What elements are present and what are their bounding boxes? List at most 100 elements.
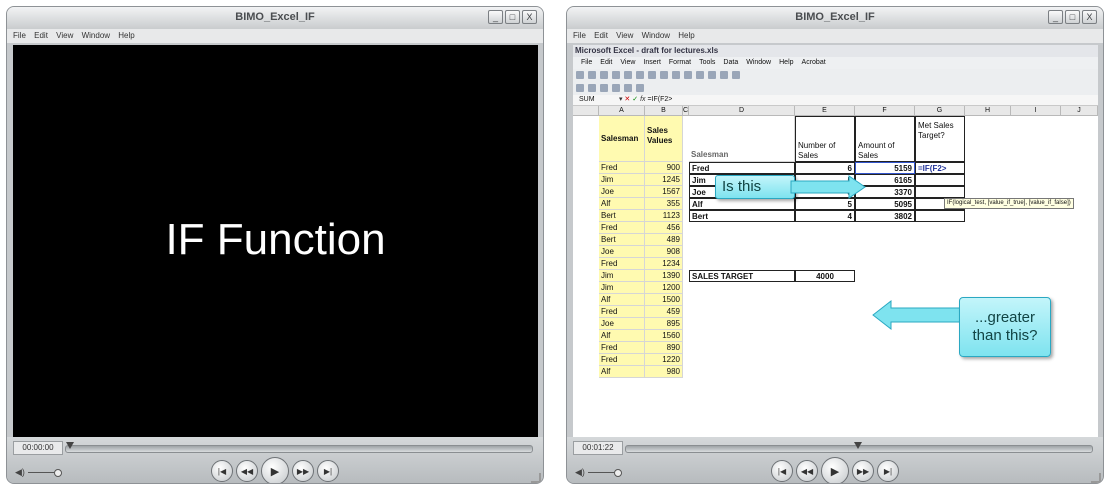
play-icon[interactable]: ▶ (261, 457, 289, 483)
volume-control[interactable]: ◀) (575, 467, 622, 478)
excel-menu-tools[interactable]: Tools (699, 59, 715, 66)
salesman-cell[interactable]: Joe (599, 186, 645, 198)
progress-track[interactable] (65, 442, 533, 453)
comment-icon[interactable] (588, 84, 596, 92)
title-bar[interactable]: BIMO_Excel_IF _ □ X (567, 7, 1103, 30)
salesman-cell[interactable]: Fred (599, 306, 645, 318)
salesman-cell[interactable]: Bert (599, 210, 645, 222)
sales-value-cell[interactable]: 489 (645, 234, 683, 246)
maximize-button[interactable]: □ (1065, 10, 1080, 24)
excel-menu-acrobat[interactable]: Acrobat (802, 59, 826, 66)
track-icon[interactable] (600, 84, 608, 92)
close-button[interactable]: X (1082, 10, 1097, 24)
resize-grip-icon[interactable] (531, 473, 541, 483)
select-all-corner[interactable] (573, 106, 599, 116)
sales-value-cell[interactable]: 890 (645, 342, 683, 354)
excel-menu-data[interactable]: Data (723, 59, 738, 66)
summary-salesman-cell[interactable]: Bert (689, 210, 795, 222)
fast-forward-icon[interactable]: ▶▶ (852, 460, 874, 482)
volume-knob[interactable] (613, 468, 622, 477)
excel-screen[interactable]: Microsoft Excel - draft for lectures.xls… (573, 45, 1098, 437)
chart-icon[interactable] (696, 71, 704, 79)
rewind-icon[interactable]: ◀◀ (236, 460, 258, 482)
header-met-target[interactable]: Met Sales Target? (915, 116, 965, 162)
save-icon[interactable] (600, 71, 608, 79)
summary-amount-cell[interactable]: 5159 (855, 162, 915, 174)
met-target-cell[interactable] (915, 210, 965, 222)
sales-value-cell[interactable]: 895 (645, 318, 683, 330)
playhead-icon[interactable] (66, 442, 74, 449)
met-target-cell[interactable] (915, 174, 965, 186)
menu-file[interactable]: File (573, 29, 586, 43)
column-header-d[interactable]: D (689, 106, 795, 116)
cancel-confirm-fx-icon[interactable]: ▾ ✕ ✓ fx (619, 96, 646, 103)
menu-view[interactable]: View (616, 29, 633, 43)
sum-icon[interactable] (672, 71, 680, 79)
header-sales-values[interactable]: Sales Values (645, 116, 683, 162)
salesman-cell[interactable]: Jim (599, 270, 645, 282)
menu-window[interactable]: Window (82, 29, 110, 43)
playhead-icon[interactable] (854, 442, 863, 449)
minimize-button[interactable]: _ (488, 10, 503, 24)
met-target-cell[interactable] (915, 186, 965, 198)
header-salesman[interactable]: Salesman (599, 116, 645, 162)
close-button[interactable]: X (522, 10, 537, 24)
salesman-cell[interactable]: Joe (599, 246, 645, 258)
sales-value-cell[interactable]: 908 (645, 246, 683, 258)
copy-icon[interactable] (624, 71, 632, 79)
summary-salesman-cell[interactable]: Fred (689, 162, 795, 174)
column-header-g[interactable]: G (915, 106, 965, 116)
salesman-cell[interactable]: Joe (599, 318, 645, 330)
excel-menu-window[interactable]: Window (746, 59, 771, 66)
sales-value-cell[interactable]: 1234 (645, 258, 683, 270)
salesman-cell[interactable]: Fred (599, 258, 645, 270)
italic-icon[interactable] (732, 71, 740, 79)
menu-edit[interactable]: Edit (34, 29, 48, 43)
bold-icon[interactable] (720, 71, 728, 79)
salesman-cell[interactable]: Alf (599, 366, 645, 378)
excel-review-toolbar[interactable] (573, 82, 1098, 96)
menu-help[interactable]: Help (118, 29, 134, 43)
undo-icon[interactable] (648, 71, 656, 79)
sales-value-cell[interactable]: 980 (645, 366, 683, 378)
salesman-cell[interactable]: Jim (599, 282, 645, 294)
print-icon[interactable] (612, 71, 620, 79)
column-header-f[interactable]: F (855, 106, 915, 116)
sales-value-cell[interactable]: 456 (645, 222, 683, 234)
excel-menu-view[interactable]: View (620, 59, 635, 66)
formula-text[interactable]: =IF(F2> (647, 96, 672, 103)
menu-help[interactable]: Help (678, 29, 694, 43)
salesman-cell[interactable]: Alf (599, 330, 645, 342)
menu-window[interactable]: Window (642, 29, 670, 43)
review-icon[interactable] (576, 84, 584, 92)
summary-count-cell[interactable]: 5 (795, 198, 855, 210)
skip-back-icon[interactable]: |◀ (211, 460, 233, 482)
volume-control[interactable]: ◀) (15, 467, 62, 478)
excel-menu-format[interactable]: Format (669, 59, 691, 66)
sales-value-cell[interactable]: 1390 (645, 270, 683, 282)
sales-value-cell[interactable]: 1220 (645, 354, 683, 366)
skip-forward-icon[interactable]: ▶| (877, 460, 899, 482)
maximize-button[interactable]: □ (505, 10, 520, 24)
salesman-cell[interactable]: Jim (599, 174, 645, 186)
play-icon[interactable]: ▶ (821, 457, 849, 483)
skip-back-icon[interactable]: |◀ (771, 460, 793, 482)
sales-value-cell[interactable]: 1500 (645, 294, 683, 306)
resize-grip-icon[interactable] (1091, 473, 1101, 483)
formula-bar[interactable]: SUM ▾ ✕ ✓ fx =IF(F2> (573, 95, 1098, 106)
progress-track[interactable] (625, 442, 1093, 453)
zoom-icon[interactable] (708, 71, 716, 79)
name-box[interactable]: SUM (573, 95, 617, 105)
column-header-e[interactable]: E (795, 106, 855, 116)
summary-amount-cell[interactable]: 3802 (855, 210, 915, 222)
new-icon[interactable] (576, 71, 584, 79)
paste-icon[interactable] (636, 71, 644, 79)
summary-count-cell[interactable]: 4 (795, 210, 855, 222)
excel-menu-help[interactable]: Help (779, 59, 793, 66)
minimize-button[interactable]: _ (1048, 10, 1063, 24)
header-d-salesman[interactable]: Salesman (689, 116, 795, 162)
salesman-cell[interactable]: Fred (599, 162, 645, 174)
fast-forward-icon[interactable]: ▶▶ (292, 460, 314, 482)
header-amount-of-sales[interactable]: Amount of Sales (855, 116, 915, 162)
salesman-cell[interactable]: Fred (599, 222, 645, 234)
